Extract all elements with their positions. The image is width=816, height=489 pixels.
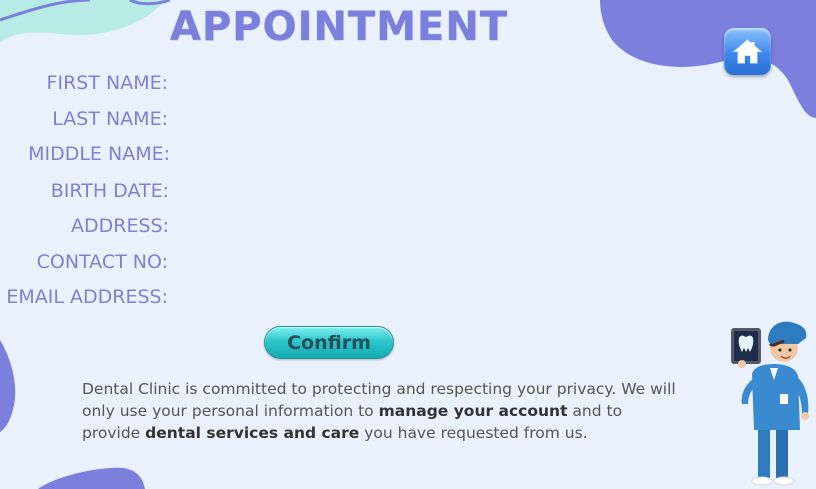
- last-name-input[interactable]: [190, 106, 594, 134]
- address-label: ADDRESS:: [71, 215, 169, 237]
- purple-blob-left: [0, 340, 16, 432]
- address-input[interactable]: [190, 213, 594, 241]
- privacy-text-3: you have requested from us.: [359, 424, 588, 442]
- page-title: APPOINTMENT: [170, 4, 509, 50]
- home-button[interactable]: [724, 28, 771, 75]
- birth-date-label: BIRTH DATE:: [50, 180, 169, 202]
- privacy-notice: Dental Clinic is committed to protecting…: [82, 378, 682, 444]
- middle-name-input[interactable]: [190, 141, 594, 169]
- purple-blob-bottom: [38, 467, 145, 489]
- birth-date-input[interactable]: [190, 178, 594, 206]
- last-name-label: LAST NAME:: [52, 108, 168, 130]
- contact-no-input[interactable]: [190, 249, 594, 277]
- purple-blob-top-right: [600, 0, 816, 118]
- contact-no-label: CONTACT NO:: [36, 251, 168, 273]
- first-name-input[interactable]: [190, 70, 594, 98]
- privacy-bold-dental-services: dental services and care: [145, 424, 360, 442]
- dentist-illustration: [731, 321, 809, 486]
- confirm-button[interactable]: Confirm: [264, 326, 394, 359]
- email-address-input[interactable]: [190, 284, 594, 312]
- first-name-label: FIRST NAME:: [46, 72, 168, 94]
- email-address-label: EMAIL ADDRESS:: [6, 286, 168, 308]
- privacy-bold-manage-account: manage your account: [378, 402, 568, 420]
- home-icon: [732, 39, 763, 64]
- middle-name-label: MIDDLE NAME:: [28, 143, 170, 165]
